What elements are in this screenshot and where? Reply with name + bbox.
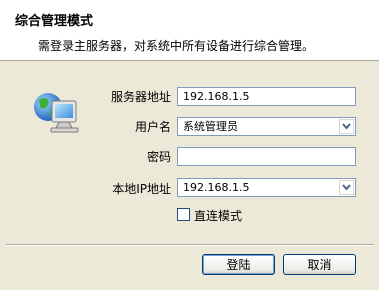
local-ip-value: 192.168.1.5: [183, 181, 250, 194]
server-address-label: 服务器地址: [110, 90, 171, 104]
direct-mode-checkbox[interactable]: [177, 208, 190, 221]
direct-mode-label[interactable]: 直连模式: [194, 207, 242, 224]
username-value: 系统管理员: [183, 120, 238, 133]
password-input[interactable]: [177, 147, 356, 166]
login-button[interactable]: 登陆: [202, 254, 275, 275]
cancel-button[interactable]: 取消: [283, 254, 356, 275]
dialog-title: 综合管理模式: [15, 14, 94, 29]
username-select[interactable]: 系统管理员: [177, 117, 356, 136]
server-address-input[interactable]: [177, 87, 356, 106]
chevron-down-icon[interactable]: [339, 180, 354, 195]
chevron-down-icon[interactable]: [339, 119, 354, 134]
dialog-header: 综合管理模式 需登录主服务器，对系统中所有设备进行综合管理。: [0, 0, 379, 61]
local-ip-select[interactable]: 192.168.1.5: [177, 178, 356, 197]
local-ip-label: 本地IP地址: [112, 182, 171, 196]
username-label: 用户名: [134, 120, 171, 134]
network-computer-icon: [34, 93, 79, 133]
footer-divider: [6, 244, 373, 246]
password-label: 密码: [146, 150, 171, 164]
dialog-description: 需登录主服务器，对系统中所有设备进行综合管理。: [38, 39, 315, 53]
